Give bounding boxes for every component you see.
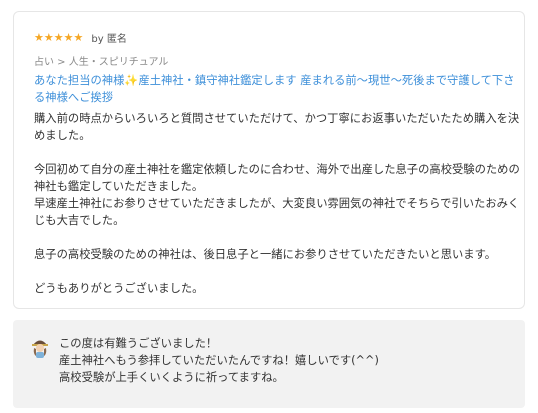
star-icon: ★ [53, 30, 64, 44]
review-paragraph: 今回初めて自分の産土神社を鑑定依頼したのに合わせ、海外で出産した息子の高校受験の… [34, 163, 520, 193]
review-meta: ★ ★ ★ ★ ★ by 匿名 [34, 30, 127, 45]
review-author: by 匿名 [91, 33, 127, 45]
star-icon: ★ [34, 30, 44, 44]
review-paragraph: 息子の高校受験のための神社は、後日息子と一緒にお参りさせていただきたいと思います… [34, 248, 497, 261]
review-paragraph: 早速産土神社にお参りさせていただきましたが、大変良い雰囲気の神社でそちらで引いた… [34, 197, 520, 227]
reply-line: 産土神社へもう参拝していただいたんですね！嬉しいです(^^) [59, 354, 379, 367]
review-category: 占い > 人生・スピリチュアル [34, 57, 169, 68]
reply-line: この度は有難うございました！ [59, 337, 218, 350]
reply-text: この度は有難うございました！ 産土神社へもう参拝していただいたんですね！嬉しいで… [59, 335, 379, 386]
seller-avatar-icon [31, 336, 49, 358]
seller-reply: この度は有難うございました！ 産土神社へもう参拝していただいたんですね！嬉しいで… [13, 320, 525, 408]
reply-line: 高校受験が上手くいくように祈ってますね。 [59, 371, 284, 384]
review-card: ★ ★ ★ ★ ★ by 匿名 占い > 人生・スピリチュアル あなた担当の神様… [13, 11, 525, 309]
star-icon: ★ [73, 30, 84, 44]
review-paragraph: どうもありがとうございました。 [34, 282, 204, 295]
review-body: 購入前の時点からいろいろと質問させていただけて、かつ丁寧にお返事いただいたため購… [34, 110, 524, 297]
service-title-link[interactable]: あなた担当の神様✨産土神社・鎮守神社鑑定します 産まれる前〜現世〜死後まで守護し… [34, 72, 524, 106]
review-paragraph: 購入前の時点からいろいろと質問させていただけて、かつ丁寧にお返事いただいたため購… [34, 112, 520, 142]
star-icon: ★ [43, 30, 54, 44]
star-icon: ★ [63, 30, 74, 44]
rating-stars: ★ ★ ★ ★ ★ [34, 32, 83, 43]
